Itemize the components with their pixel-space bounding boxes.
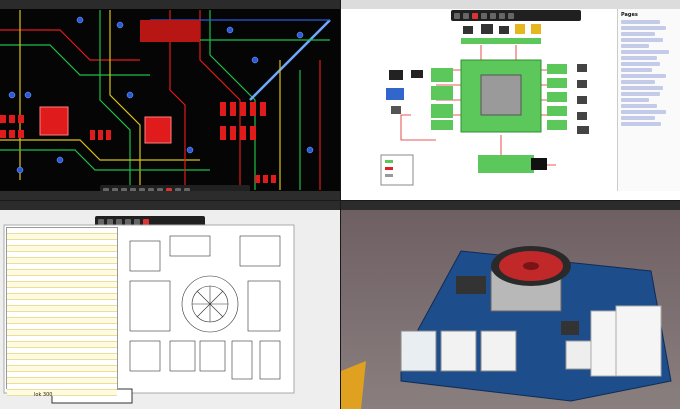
chip-u1[interactable]: [39, 106, 69, 136]
block-diagram-window[interactable]: Pages: [341, 0, 680, 200]
chip-u2[interactable]: [144, 116, 172, 144]
ethernet-port-1: [440, 330, 477, 372]
right-peripheral-icons: [577, 64, 589, 134]
right-block-3[interactable]: [547, 92, 567, 102]
top-connector-row: [461, 38, 541, 44]
zoom-label: lok 300: [34, 392, 53, 398]
ethernet-port-2: [480, 330, 517, 372]
fan-blades: [192, 286, 228, 322]
right-block-1[interactable]: [547, 64, 567, 74]
module-slot-2: [615, 305, 662, 377]
pcb-layout-window[interactable]: [0, 0, 340, 200]
pad-array-top: [140, 20, 200, 42]
right-block-4[interactable]: [547, 106, 567, 116]
top-peripheral-icons: [463, 24, 541, 34]
pages-side-panel: Pages: [617, 9, 680, 191]
left-block-4[interactable]: [431, 120, 453, 130]
cpu-chip-image: [480, 74, 522, 116]
usb-connector-1: [400, 330, 437, 372]
left-block-2[interactable]: [431, 86, 453, 100]
ic-chip-3d-2: [561, 321, 579, 335]
board-3d-window[interactable]: [341, 201, 680, 409]
power-supply-icon: [531, 158, 547, 170]
right-block-5[interactable]: [547, 120, 567, 130]
pcb-statusbar: [0, 191, 340, 200]
ic-chip-3d: [456, 276, 486, 294]
right-block-2[interactable]: [547, 78, 567, 88]
desktop-grid: Pages lok 300: [0, 0, 680, 409]
hdmi-port: [565, 340, 595, 370]
pcb-canvas[interactable]: [0, 0, 340, 200]
side-panel-title: Pages: [621, 12, 638, 18]
left-peripheral-icons: [386, 70, 423, 114]
bom-table: [6, 227, 118, 396]
left-block-3[interactable]: [431, 104, 453, 118]
board-3d-viewport[interactable]: [341, 201, 680, 409]
power-block[interactable]: [478, 155, 534, 173]
left-block-1[interactable]: [431, 68, 453, 82]
schematic-window[interactable]: lok 300: [0, 201, 340, 409]
